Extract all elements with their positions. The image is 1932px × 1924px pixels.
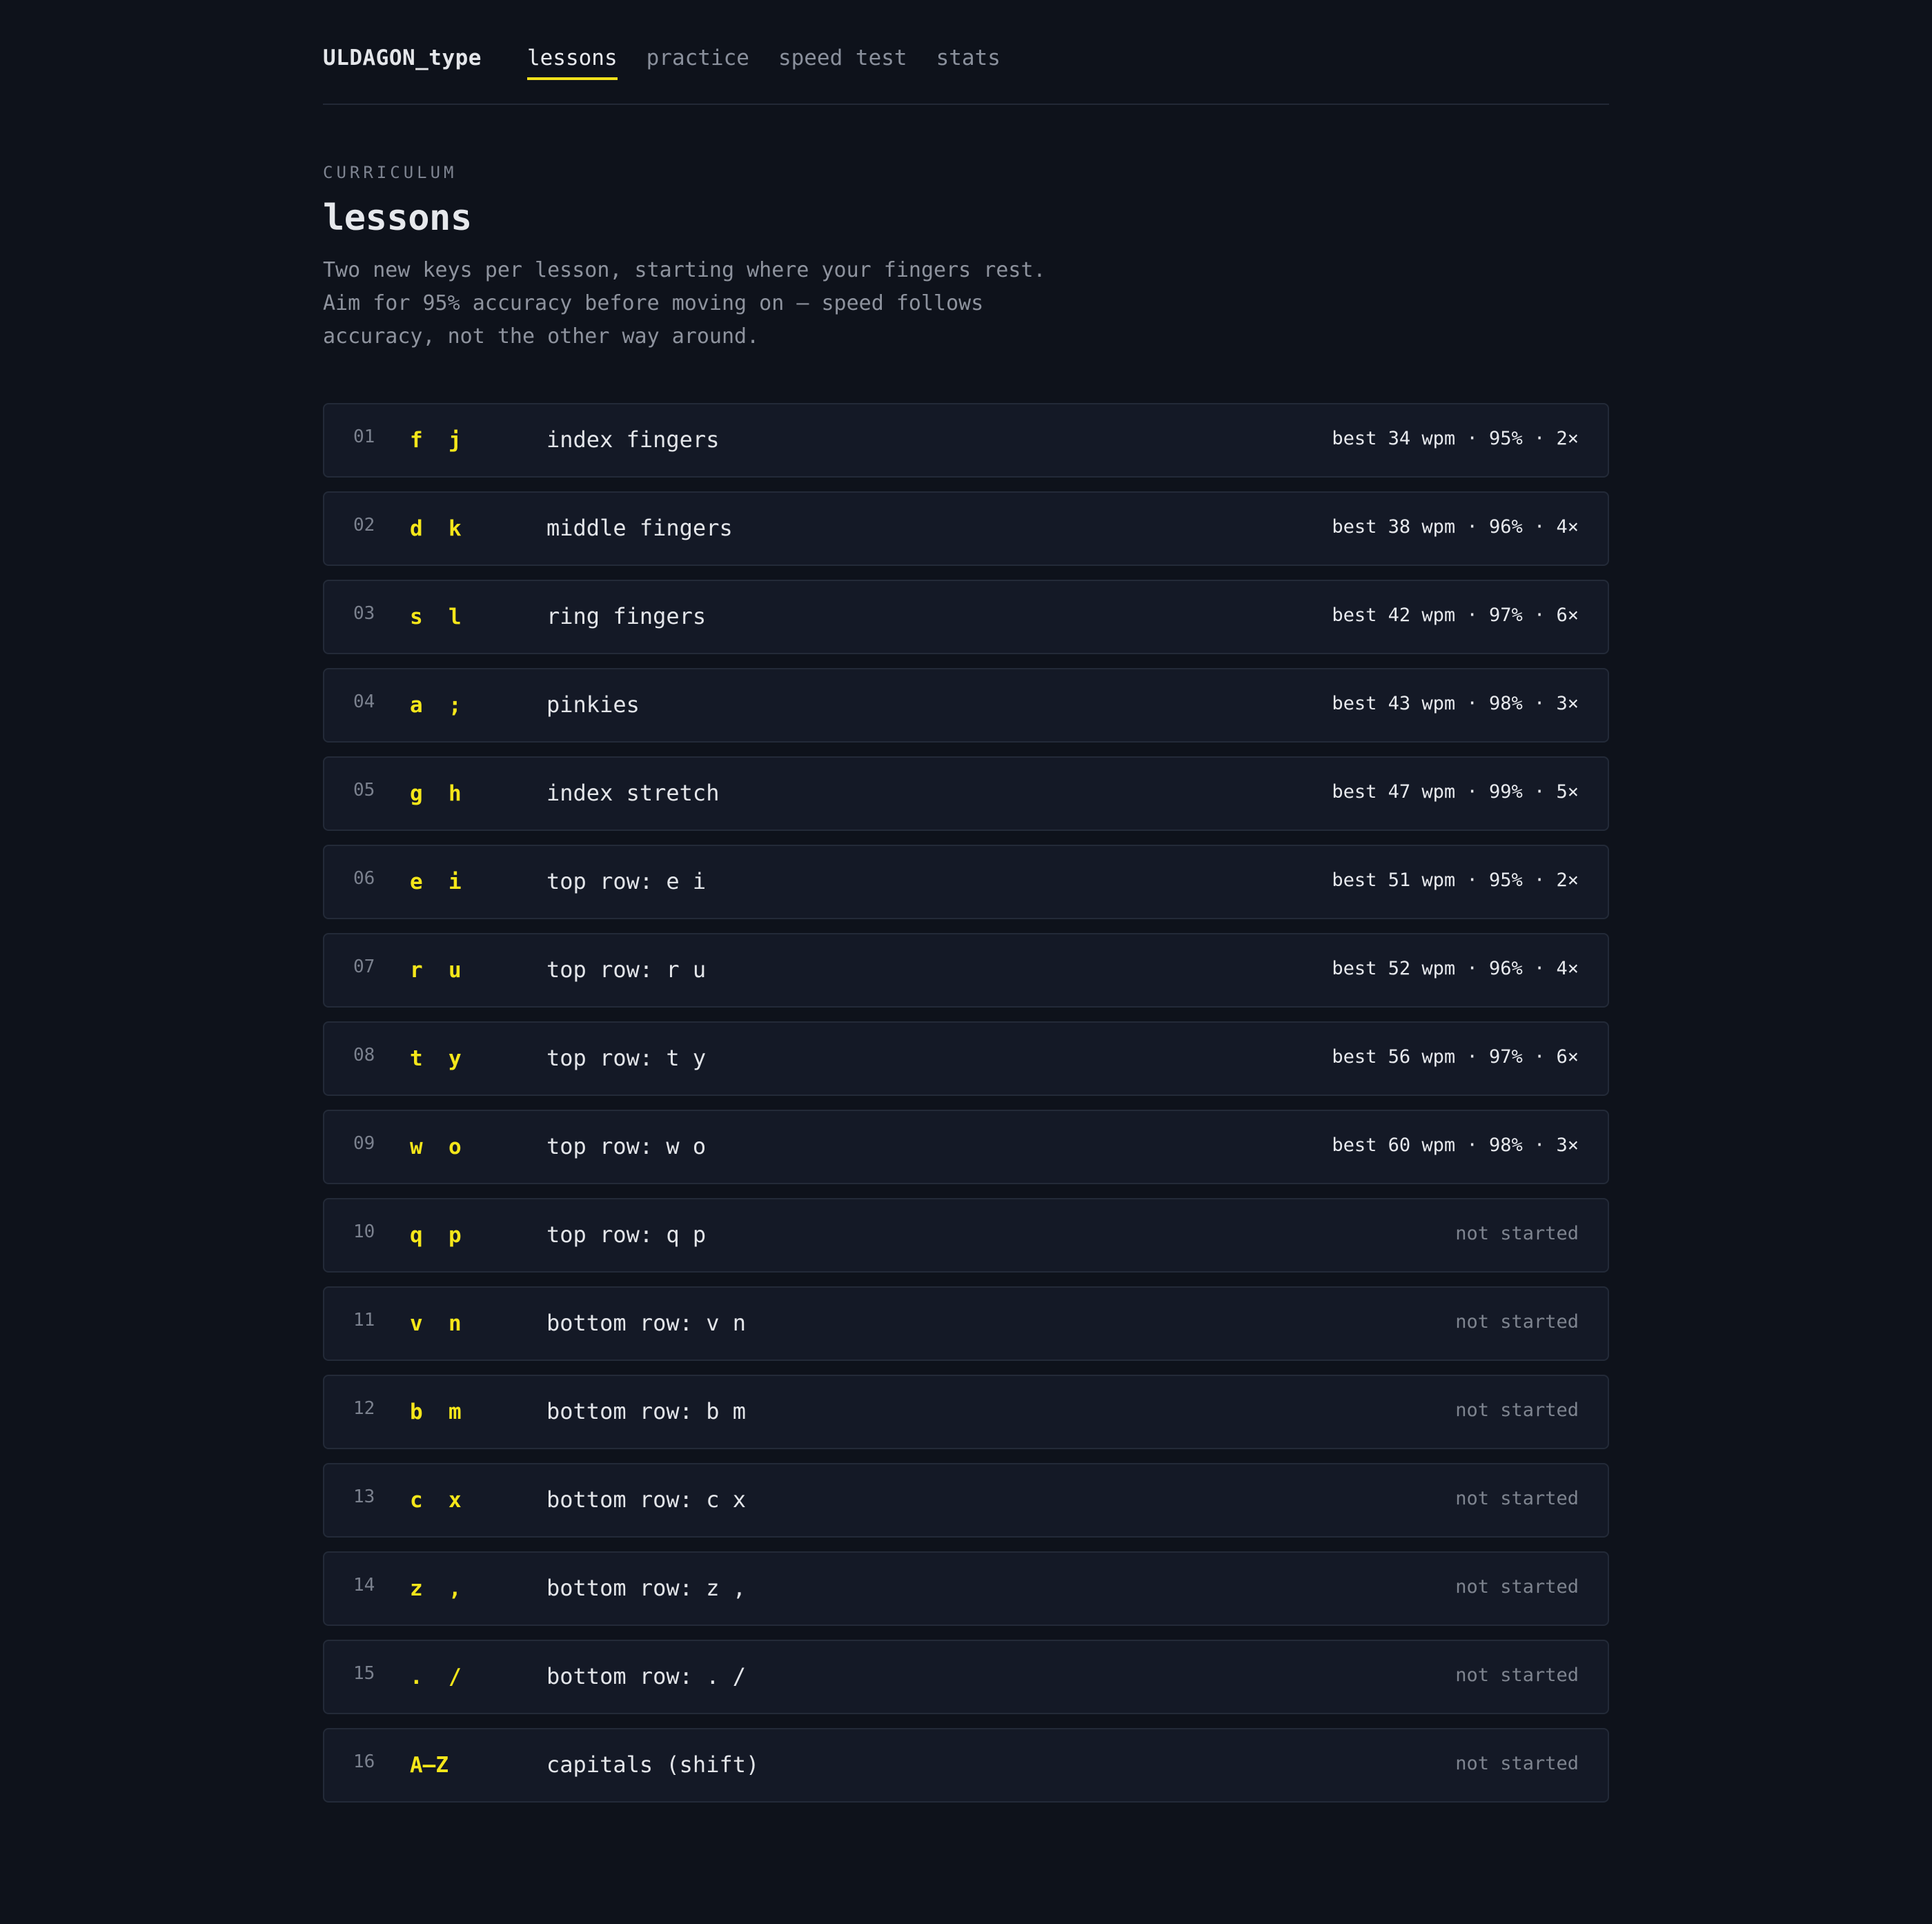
lesson-keys: d k bbox=[410, 516, 462, 541]
lesson-name: top row: t y bbox=[546, 1045, 707, 1071]
lesson-keys: s l bbox=[410, 605, 462, 629]
lesson-row[interactable]: 12 b m bottom row: b m not started bbox=[323, 1375, 1609, 1449]
lesson-number: 15 bbox=[353, 1663, 375, 1684]
lesson-name: ring fingers bbox=[546, 603, 707, 629]
lesson-number: 11 bbox=[353, 1310, 375, 1331]
top-nav-bar: ULDAGON_type lessons practice speed test… bbox=[323, 0, 1609, 105]
lesson-row[interactable]: 14 z , bottom row: z , not started bbox=[323, 1551, 1609, 1626]
page-description: Two new keys per lesson, starting where … bbox=[323, 258, 1046, 349]
lesson-keys: b m bbox=[410, 1400, 462, 1424]
lesson-status: best 56 wpm · 97% · 6× bbox=[1332, 1046, 1579, 1068]
lesson-name: top row: w o bbox=[546, 1133, 707, 1159]
lesson-number: 09 bbox=[353, 1133, 375, 1154]
lesson-number: 05 bbox=[353, 780, 375, 801]
lesson-status: not started bbox=[1455, 1311, 1579, 1333]
lesson-status: best 42 wpm · 97% · 6× bbox=[1332, 605, 1579, 626]
lesson-name: capitals (shift) bbox=[546, 1751, 760, 1778]
lesson-name: middle fingers bbox=[546, 515, 733, 541]
lesson-name: bottom row: z , bbox=[546, 1575, 746, 1601]
lesson-status: best 34 wpm · 95% · 2× bbox=[1332, 428, 1579, 449]
section-eyebrow: CURRICULUM bbox=[323, 163, 457, 182]
lesson-row[interactable]: 05 g h index stretch best 47 wpm · 99% ·… bbox=[323, 756, 1609, 831]
lesson-number: 16 bbox=[353, 1751, 375, 1772]
lesson-number: 02 bbox=[353, 515, 375, 536]
lesson-name: index fingers bbox=[546, 426, 720, 453]
lesson-row[interactable]: 08 t y top row: t y best 56 wpm · 97% · … bbox=[323, 1021, 1609, 1096]
lesson-keys: . / bbox=[410, 1665, 462, 1689]
nav-tab-lessons[interactable]: lessons bbox=[526, 46, 618, 80]
nav-tab-stats[interactable]: stats bbox=[936, 46, 1000, 80]
lesson-number: 14 bbox=[353, 1575, 375, 1596]
lesson-keys: a ; bbox=[410, 693, 462, 718]
lesson-keys: v n bbox=[410, 1311, 462, 1336]
lesson-row[interactable]: 10 q p top row: q p not started bbox=[323, 1198, 1609, 1273]
nav-tab-speed-test[interactable]: speed test bbox=[778, 46, 907, 80]
lesson-status: not started bbox=[1455, 1400, 1579, 1421]
lesson-row[interactable]: 01 f j index fingers best 34 wpm · 95% ·… bbox=[323, 403, 1609, 478]
lesson-status: not started bbox=[1455, 1223, 1579, 1244]
lesson-row[interactable]: 15 . / bottom row: . / not started bbox=[323, 1640, 1609, 1714]
lesson-number: 13 bbox=[353, 1486, 375, 1507]
lesson-name: top row: q p bbox=[546, 1221, 707, 1248]
lesson-number: 12 bbox=[353, 1398, 375, 1419]
lesson-status: best 38 wpm · 96% · 4× bbox=[1332, 516, 1579, 538]
lesson-row[interactable]: 03 s l ring fingers best 42 wpm · 97% · … bbox=[323, 580, 1609, 654]
lesson-name: bottom row: . / bbox=[546, 1663, 746, 1689]
lesson-keys: e i bbox=[410, 870, 462, 894]
lesson-row[interactable]: 04 a ; pinkies best 43 wpm · 98% · 3× bbox=[323, 668, 1609, 743]
lesson-keys: f j bbox=[410, 428, 462, 453]
lesson-row[interactable]: 06 e i top row: e i best 51 wpm · 95% · … bbox=[323, 845, 1609, 919]
lesson-status: best 51 wpm · 95% · 2× bbox=[1332, 870, 1579, 891]
lesson-status: not started bbox=[1455, 1576, 1579, 1598]
lesson-number: 03 bbox=[353, 603, 375, 624]
lesson-status: not started bbox=[1455, 1665, 1579, 1686]
lesson-status: best 52 wpm · 96% · 4× bbox=[1332, 958, 1579, 979]
lesson-number: 10 bbox=[353, 1221, 375, 1242]
lesson-row[interactable]: 11 v n bottom row: v n not started bbox=[323, 1286, 1609, 1361]
lesson-list: 01 f j index fingers best 34 wpm · 95% ·… bbox=[323, 403, 1609, 1803]
lesson-keys: z , bbox=[410, 1576, 462, 1601]
lesson-name: index stretch bbox=[546, 780, 720, 806]
lesson-status: best 47 wpm · 99% · 5× bbox=[1332, 781, 1579, 803]
lesson-keys: w o bbox=[410, 1135, 462, 1159]
lesson-row[interactable]: 16 A–Z capitals (shift) not started bbox=[323, 1728, 1609, 1803]
lesson-name: top row: e i bbox=[546, 868, 707, 894]
lesson-number: 01 bbox=[353, 426, 375, 447]
lesson-number: 08 bbox=[353, 1045, 375, 1066]
lesson-row[interactable]: 02 d k middle fingers best 38 wpm · 96% … bbox=[323, 491, 1609, 566]
main-nav: lessons practice speed test stats bbox=[526, 46, 1029, 80]
lesson-name: bottom row: c x bbox=[546, 1486, 746, 1513]
lesson-name: top row: r u bbox=[546, 956, 707, 983]
lesson-status: not started bbox=[1455, 1753, 1579, 1774]
lesson-keys: c x bbox=[410, 1488, 462, 1513]
lesson-name: pinkies bbox=[546, 691, 640, 718]
lesson-keys: A–Z bbox=[410, 1753, 448, 1778]
lesson-row[interactable]: 09 w o top row: w o best 60 wpm · 98% · … bbox=[323, 1110, 1609, 1184]
lesson-number: 04 bbox=[353, 691, 375, 712]
lesson-status: best 60 wpm · 98% · 3× bbox=[1332, 1135, 1579, 1156]
brand-logo[interactable]: ULDAGON_type bbox=[323, 46, 482, 70]
lesson-name: bottom row: v n bbox=[546, 1310, 746, 1336]
lesson-name: bottom row: b m bbox=[546, 1398, 746, 1424]
lesson-number: 07 bbox=[353, 956, 375, 977]
lesson-keys: g h bbox=[410, 781, 462, 806]
lesson-keys: t y bbox=[410, 1046, 462, 1071]
lesson-keys: r u bbox=[410, 958, 462, 983]
lesson-keys: q p bbox=[410, 1223, 462, 1248]
lesson-number: 06 bbox=[353, 868, 375, 889]
lesson-row[interactable]: 13 c x bottom row: c x not started bbox=[323, 1463, 1609, 1538]
nav-tab-practice[interactable]: practice bbox=[647, 46, 749, 80]
page-title: lessons bbox=[323, 197, 472, 239]
lesson-status: best 43 wpm · 98% · 3× bbox=[1332, 693, 1579, 714]
page: ULDAGON_type lessons practice speed test… bbox=[323, 0, 1609, 1816]
lesson-status: not started bbox=[1455, 1488, 1579, 1509]
lesson-row[interactable]: 07 r u top row: r u best 52 wpm · 96% · … bbox=[323, 933, 1609, 1008]
